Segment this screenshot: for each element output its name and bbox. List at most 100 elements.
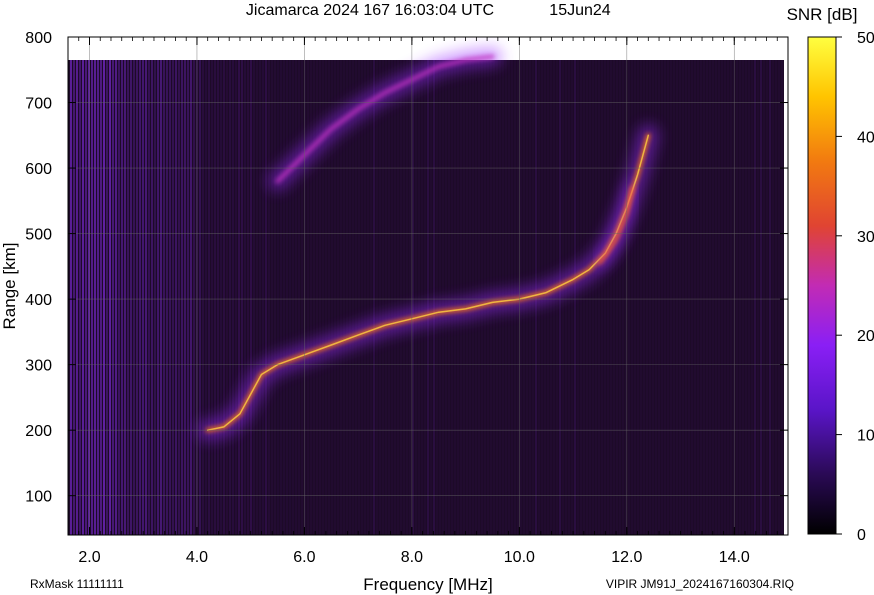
noise-column xyxy=(751,60,753,535)
noise-column xyxy=(190,60,192,535)
noise-column xyxy=(229,60,231,535)
noise-column xyxy=(121,60,123,535)
noise-column xyxy=(421,60,423,535)
noise-column xyxy=(151,60,153,535)
noise-column xyxy=(109,60,111,535)
noise-column xyxy=(772,60,774,535)
noise-column xyxy=(712,60,714,535)
noise-column xyxy=(463,60,465,535)
colorbar-tick-label: 0 xyxy=(857,527,866,544)
x-axis-title: Frequency [MHz] xyxy=(363,575,492,594)
y-tick-label: 400 xyxy=(25,292,52,309)
noise-column xyxy=(664,60,666,535)
noise-column xyxy=(253,60,255,535)
noise-column xyxy=(202,60,204,535)
noise-column xyxy=(388,60,390,535)
noise-column xyxy=(178,60,180,535)
y-tick-label: 500 xyxy=(25,227,52,244)
noise-column xyxy=(346,60,348,535)
noise-column xyxy=(115,60,117,535)
noise-column xyxy=(694,60,696,535)
noise-column xyxy=(148,60,150,535)
noise-column xyxy=(775,60,777,535)
colorbar-tick-label: 10 xyxy=(857,428,874,445)
noise-column xyxy=(364,60,366,535)
noise-column xyxy=(349,60,351,535)
x-tick-label: 14.0 xyxy=(719,549,750,566)
noise-column xyxy=(418,60,420,535)
noise-column xyxy=(142,60,144,535)
noise-column xyxy=(124,60,126,535)
noise-column xyxy=(175,60,177,535)
noise-column xyxy=(685,60,687,535)
noise-column xyxy=(427,60,429,535)
noise-column xyxy=(454,60,456,535)
noise-column xyxy=(301,60,303,535)
noise-column xyxy=(112,60,114,535)
noise-column xyxy=(244,60,246,535)
y-tick-label: 100 xyxy=(25,489,52,506)
noise-column xyxy=(265,60,267,535)
noise-column xyxy=(763,60,765,535)
noise-column xyxy=(187,60,189,535)
noise-column xyxy=(166,60,168,535)
noise-column xyxy=(424,60,426,535)
noise-column xyxy=(226,60,228,535)
noise-column xyxy=(82,60,84,535)
noise-column xyxy=(607,60,609,535)
noise-column xyxy=(619,60,621,535)
noise-column xyxy=(688,60,690,535)
noise-column xyxy=(718,60,720,535)
y-axis-title: Range [km] xyxy=(0,243,19,330)
noise-column xyxy=(580,60,582,535)
noise-column xyxy=(280,60,282,535)
noise-column xyxy=(373,60,375,535)
noise-column xyxy=(748,60,750,535)
noise-column xyxy=(85,60,87,535)
noise-column xyxy=(760,60,762,535)
noise-column xyxy=(259,60,261,535)
noise-column xyxy=(367,60,369,535)
noise-column xyxy=(217,60,219,535)
noise-column xyxy=(277,60,279,535)
colorbar-ticks: 0 10 20 30 40 50 xyxy=(836,30,874,544)
noise-column xyxy=(241,60,243,535)
x-tick-label: 8.0 xyxy=(401,549,423,566)
noise-column xyxy=(769,60,771,535)
noise-column xyxy=(76,60,78,535)
noise-column xyxy=(247,60,249,535)
noise-column xyxy=(361,60,363,535)
noise-column xyxy=(352,60,354,535)
noise-column xyxy=(211,60,213,535)
noise-column xyxy=(766,60,768,535)
noise-column xyxy=(721,60,723,535)
colorbar xyxy=(807,36,837,535)
noise-column xyxy=(457,60,459,535)
y-tick-label: 800 xyxy=(25,30,52,47)
noise-column xyxy=(130,60,132,535)
noise-column xyxy=(154,60,156,535)
noise-column xyxy=(385,60,387,535)
noise-column xyxy=(199,60,201,535)
noise-column xyxy=(271,60,273,535)
noise-column xyxy=(595,60,597,535)
noise-column xyxy=(742,60,744,535)
noise-column xyxy=(79,60,81,535)
noise-column xyxy=(289,60,291,535)
noise-column xyxy=(400,60,402,535)
noise-column xyxy=(382,60,384,535)
noise-column xyxy=(577,60,579,535)
noise-column xyxy=(286,60,288,535)
noise-column xyxy=(460,60,462,535)
noise-column xyxy=(700,60,702,535)
noise-column xyxy=(181,60,183,535)
y-tick-label: 300 xyxy=(25,358,52,375)
file-label: VIPIR JM91J_2024167160304.RIQ xyxy=(606,577,794,591)
noise-column xyxy=(610,60,612,535)
noise-column xyxy=(415,60,417,535)
noise-column xyxy=(571,60,573,535)
colorbar-label: SNR [dB] xyxy=(787,5,858,24)
x-tick-label: 12.0 xyxy=(611,549,642,566)
noise-column xyxy=(448,60,450,535)
noise-column xyxy=(397,60,399,535)
